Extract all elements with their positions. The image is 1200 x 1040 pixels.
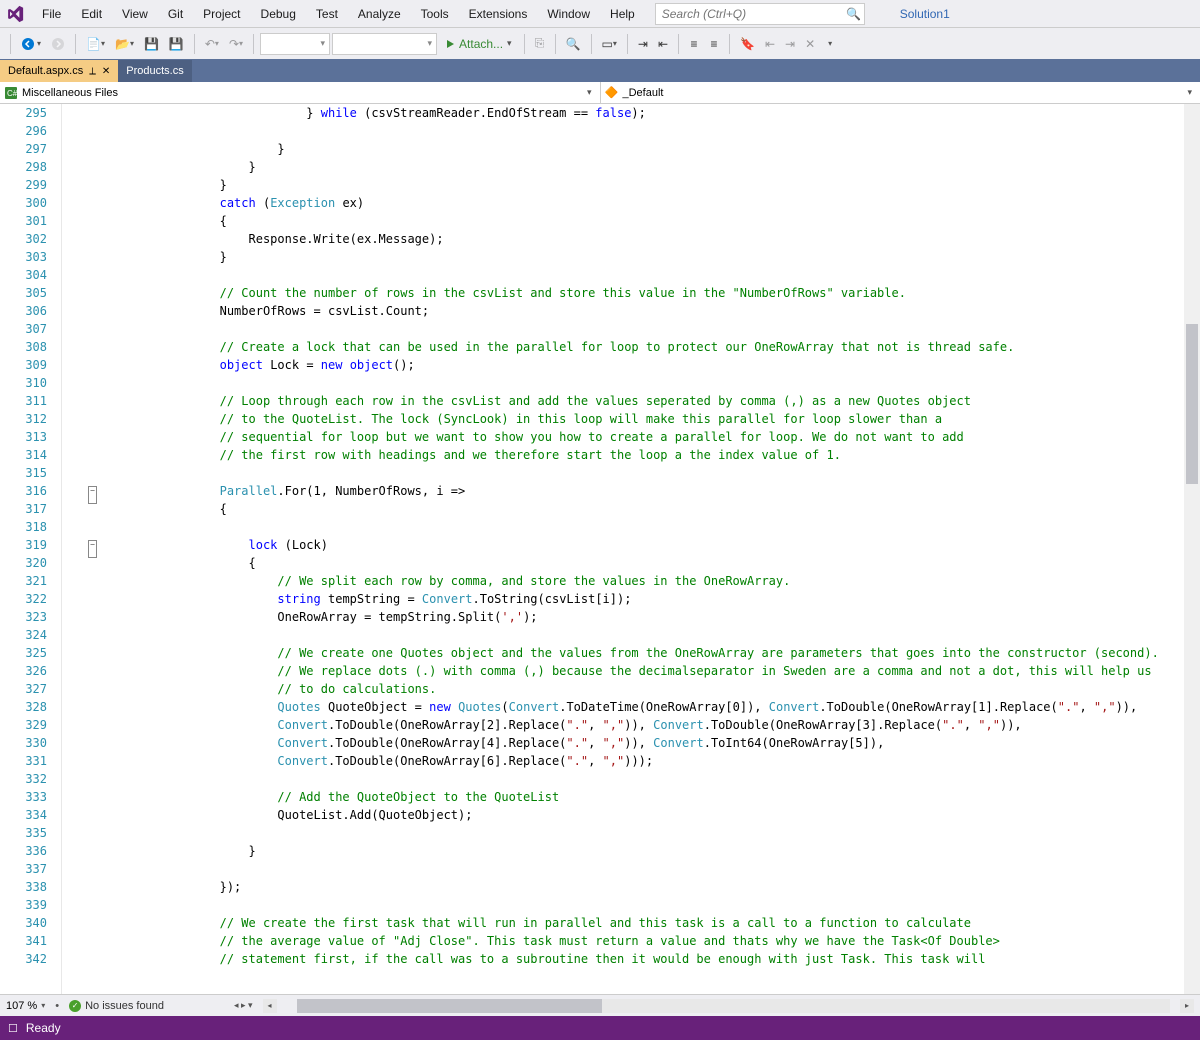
chevron-down-icon: ▾: [583, 87, 596, 98]
code-editor[interactable]: 2952962972982993003013023033043053063073…: [0, 104, 1200, 994]
menu-debug[interactable]: Debug: [251, 3, 306, 25]
prev-bookmark-button: ⇤: [761, 33, 779, 55]
status-bar: ☐ Ready: [0, 1016, 1200, 1040]
fold-column: −−: [62, 104, 104, 994]
csharp-file-icon: C#: [4, 87, 18, 99]
vs-logo-icon: [4, 3, 26, 25]
horizontal-scrollbar[interactable]: [297, 999, 1170, 1013]
new-project-button[interactable]: 📄▾: [82, 33, 109, 55]
platform-dropdown[interactable]: ▾: [332, 33, 437, 55]
class-icon: 🔶: [605, 87, 619, 99]
save-button[interactable]: 💾: [140, 33, 163, 55]
member-dropdown[interactable]: 🔶 _Default ▾: [601, 82, 1200, 103]
close-icon[interactable]: ✕: [102, 66, 110, 77]
editor-footer: 107 %▾ • ✓ No issues found ◂ ▸ ▾ ◂ ▸: [0, 994, 1200, 1016]
issues-indicator[interactable]: ✓ No issues found: [69, 1000, 164, 1012]
scrollbar-thumb[interactable]: [297, 999, 603, 1013]
tab-products-cs[interactable]: Products.cs: [118, 60, 191, 82]
menu-file[interactable]: File: [32, 3, 71, 25]
menu-help[interactable]: Help: [600, 3, 645, 25]
line-number-gutter: 2952962972982993003013023033043053063073…: [0, 104, 62, 994]
indent-button[interactable]: ⇥: [634, 33, 652, 55]
status-text: Ready: [26, 1021, 61, 1035]
code-nav-bar: C# Miscellaneous Files ▾ 🔶 _Default ▾: [0, 82, 1200, 104]
scrollbar-thumb[interactable]: [1186, 324, 1198, 484]
find-in-files-button[interactable]: 🔍: [562, 33, 585, 55]
menu-extensions[interactable]: Extensions: [459, 3, 538, 25]
menu-window[interactable]: Window: [537, 3, 600, 25]
search-icon[interactable]: 🔍: [844, 7, 864, 21]
menu-git[interactable]: Git: [158, 3, 193, 25]
document-tabs: Default.aspx.cs ⟂ ✕ Products.cs: [0, 60, 1200, 82]
undo-button: ↶▾: [201, 33, 223, 55]
menu-edit[interactable]: Edit: [71, 3, 112, 25]
output-icon[interactable]: ☐: [8, 1022, 18, 1035]
uncomment-button[interactable]: ≡: [705, 33, 723, 55]
nav-forward-button: [47, 33, 69, 55]
check-icon: ✓: [69, 1000, 81, 1012]
menu-view[interactable]: View: [112, 3, 158, 25]
scroll-left-button[interactable]: ◂: [263, 999, 277, 1013]
chevron-down-icon: ▾: [1183, 87, 1196, 98]
menu-analyze[interactable]: Analyze: [348, 3, 411, 25]
toolbar-options[interactable]: ▾: [821, 33, 839, 55]
clear-bookmarks-button: ✕: [801, 33, 819, 55]
config-dropdown[interactable]: ▾: [260, 33, 330, 55]
bookmark-button[interactable]: 🔖: [736, 33, 759, 55]
svg-text:C#: C#: [7, 89, 17, 98]
scroll-right-button[interactable]: ▸: [1180, 999, 1194, 1013]
comment-out-button[interactable]: ≡: [685, 33, 703, 55]
vertical-scrollbar[interactable]: [1184, 104, 1200, 994]
zoom-control[interactable]: 107 %▾: [6, 1000, 45, 1012]
nav-back-button[interactable]: ▾: [17, 33, 45, 55]
tab-default-aspx-cs[interactable]: Default.aspx.cs ⟂ ✕: [0, 60, 118, 82]
outdent-button[interactable]: ⇤: [654, 33, 672, 55]
attach-button[interactable]: Attach... ▾: [439, 33, 518, 55]
pin-icon[interactable]: ⟂: [89, 66, 96, 77]
code-content[interactable]: } while (csvStreamReader.EndOfStream == …: [104, 104, 1200, 994]
menu-bar: FileEditViewGitProjectDebugTestAnalyzeTo…: [0, 0, 1200, 28]
scope-dropdown[interactable]: C# Miscellaneous Files ▾: [0, 82, 601, 103]
menu-test[interactable]: Test: [306, 3, 348, 25]
open-file-button[interactable]: 📂▾: [111, 33, 138, 55]
nav-arrows[interactable]: ◂ ▸ ▾: [234, 1000, 253, 1011]
comment-button[interactable]: ▭▾: [598, 33, 621, 55]
menu-project[interactable]: Project: [193, 3, 250, 25]
next-bookmark-button: ⇥: [781, 33, 799, 55]
save-all-button[interactable]: 💾: [165, 33, 188, 55]
menu-tools[interactable]: Tools: [411, 3, 459, 25]
redo-button: ↷▾: [225, 33, 247, 55]
search-input[interactable]: [656, 7, 844, 21]
step-button: ⎘: [531, 33, 549, 55]
solution-selector[interactable]: Solution1: [887, 2, 963, 26]
standard-toolbar: ▾ 📄▾ 📂▾ 💾 💾 ↶▾ ↷▾ ▾ ▾ Attach... ▾ ⎘ 🔍 ▭▾…: [0, 28, 1200, 60]
quick-search[interactable]: 🔍: [655, 3, 865, 25]
